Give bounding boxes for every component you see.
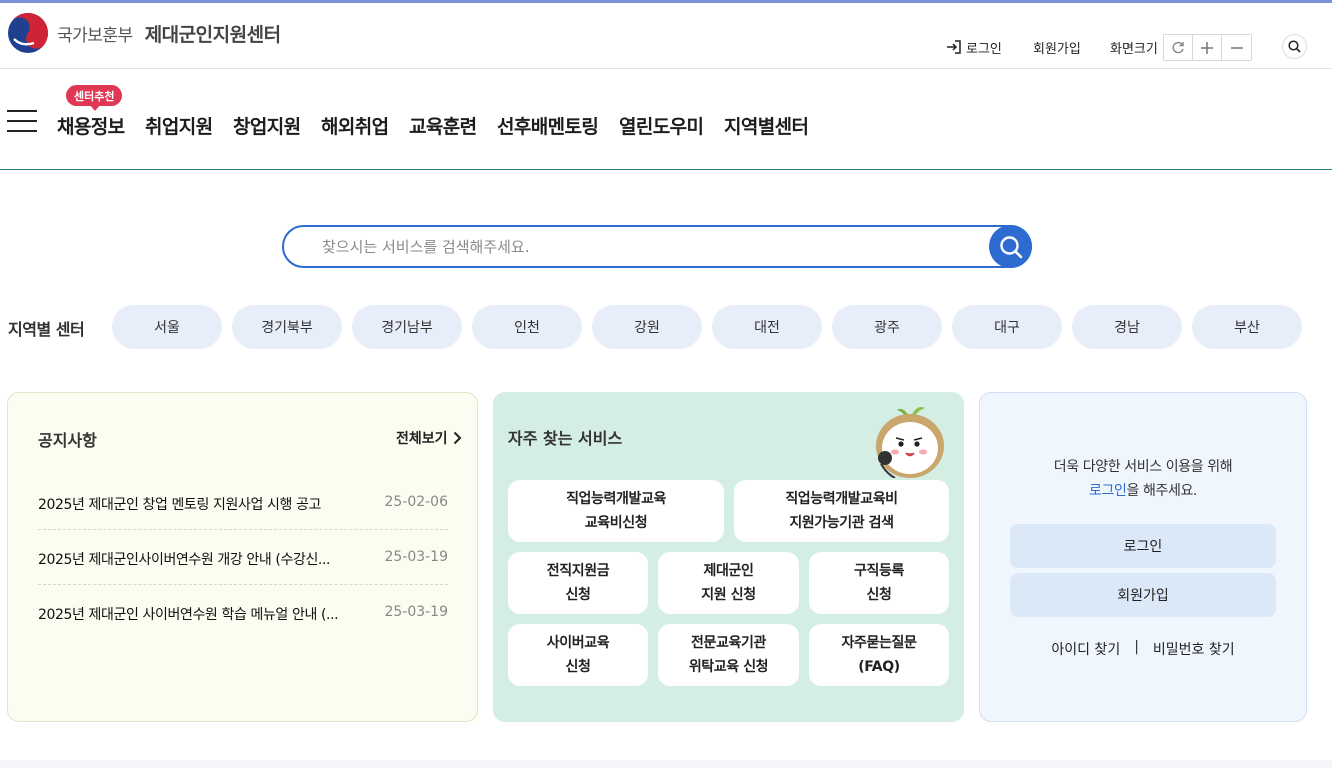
login-message-link[interactable]: 로그인 bbox=[1089, 483, 1127, 499]
search-icon bbox=[999, 235, 1022, 258]
service-label-line2: 신청 bbox=[565, 587, 591, 603]
login-message-line1: 더욱 다양한 서비스 이용을 위해 bbox=[1053, 459, 1233, 475]
main-search bbox=[282, 225, 1032, 268]
notice-item-title: 2025년 제대군인사이버연수원 개강 안내 (수강신... bbox=[38, 552, 331, 568]
gnb-item-employment-support[interactable]: 취업지원 bbox=[145, 112, 213, 139]
search-icon bbox=[1288, 40, 1301, 53]
notice-view-all-label: 전체보기 bbox=[396, 431, 448, 447]
chevron-right-icon bbox=[453, 431, 461, 445]
minus-icon[interactable] bbox=[1222, 35, 1251, 60]
service-label-line1: 직업능력개발교육비 bbox=[785, 491, 898, 507]
region-button-daejeon[interactable]: 대전 bbox=[712, 305, 822, 349]
find-id-link[interactable]: 아이디 찾기 bbox=[1051, 639, 1120, 659]
header-search-button[interactable] bbox=[1282, 34, 1307, 59]
service-label-line1: 사이버교육 bbox=[546, 635, 610, 651]
search-input[interactable] bbox=[322, 235, 962, 259]
region-button-busan[interactable]: 부산 bbox=[1192, 305, 1302, 349]
top-accent-line bbox=[0, 0, 1332, 3]
reset-icon[interactable] bbox=[1164, 35, 1193, 60]
service-consigned-education-apply[interactable]: 전문교육기관 위탁교육 신청 bbox=[658, 624, 799, 686]
notice-view-all-link[interactable]: 전체보기 bbox=[396, 428, 462, 448]
gnb-item-regional-centers[interactable]: 지역별센터 bbox=[724, 112, 809, 139]
gnb-item-open-helper[interactable]: 열린도우미 bbox=[619, 112, 704, 139]
services-title: 자주 찾는 서비스 bbox=[508, 429, 623, 448]
region-button-gyeonggi-north[interactable]: 경기북부 bbox=[232, 305, 342, 349]
region-button-gwangju[interactable]: 광주 bbox=[832, 305, 942, 349]
service-label-line2: 지원 신청 bbox=[701, 587, 756, 603]
gnb-item-training[interactable]: 교육훈련 bbox=[409, 112, 477, 139]
region-button-gyeongnam[interactable]: 경남 bbox=[1072, 305, 1182, 349]
recommend-badge: 센터추천 bbox=[66, 85, 123, 111]
notice-item[interactable]: 2025년 제대군인 사이버연수원 학습 메뉴얼 안내 (... 25-03-1… bbox=[38, 585, 448, 640]
service-label-line2: 위탁교육 신청 bbox=[688, 659, 769, 675]
login-panel: 더욱 다양한 서비스 이용을 위해 로그인을 해주세요. 로그인 회원가입 아이… bbox=[979, 392, 1307, 722]
header-divider bbox=[0, 68, 1332, 69]
gnb-divider bbox=[0, 169, 1332, 170]
bottom-section-edge bbox=[0, 760, 1332, 768]
notice-item[interactable]: 2025년 제대군인 창업 멘토링 지원사업 시행 공고 25-02-06 bbox=[38, 475, 448, 530]
login-button[interactable]: 로그인 bbox=[1010, 524, 1276, 568]
menu-hamburger-icon[interactable] bbox=[7, 110, 37, 132]
notice-item-date: 25-02-06 bbox=[384, 494, 448, 510]
service-training-fee-apply[interactable]: 직업능력개발교육 교육비신청 bbox=[508, 480, 724, 542]
region-button-seoul[interactable]: 서울 bbox=[112, 305, 222, 349]
service-faq[interactable]: 자주묻는질문 (FAQ) bbox=[809, 624, 949, 686]
find-links-separator: | bbox=[1134, 639, 1139, 655]
service-label-line1: 전직지원금 bbox=[546, 563, 610, 579]
service-label-line2: 지원가능기관 검색 bbox=[789, 515, 894, 531]
service-veteran-support-apply[interactable]: 제대군인 지원 신청 bbox=[658, 552, 799, 614]
login-link[interactable]: 로그인 bbox=[946, 34, 1002, 60]
mascot-character-icon bbox=[876, 407, 944, 478]
login-message-suffix: 을 해주세요. bbox=[1126, 483, 1197, 499]
font-size-controls bbox=[1163, 34, 1252, 61]
account-find-links: 아이디 찾기 | 비밀번호 찾기 bbox=[980, 639, 1306, 659]
notice-item-date: 25-03-19 bbox=[384, 604, 448, 620]
service-label-line1: 구직등록 bbox=[854, 563, 904, 579]
site-logo[interactable]: 국가보훈부 제대군인지원센터 bbox=[8, 13, 281, 53]
taegeuk-logo-icon bbox=[8, 13, 48, 53]
notice-title: 공지사항 bbox=[38, 431, 97, 450]
gnb-item-startup-support[interactable]: 창업지원 bbox=[233, 112, 301, 139]
search-submit-button[interactable] bbox=[989, 225, 1032, 268]
service-label-line2: 신청 bbox=[866, 587, 892, 603]
service-label-line2: 신청 bbox=[565, 659, 591, 675]
notice-item-title: 2025년 제대군인 사이버연수원 학습 메뉴얼 안내 (... bbox=[38, 607, 339, 623]
service-label-line1: 직업능력개발교육 bbox=[566, 491, 666, 507]
font-size-label: 화면크기 bbox=[1110, 41, 1158, 57]
login-icon bbox=[947, 40, 961, 54]
service-label-line1: 제대군인 bbox=[703, 563, 754, 579]
region-button-gyeonggi-south[interactable]: 경기남부 bbox=[352, 305, 462, 349]
notice-item[interactable]: 2025년 제대군인사이버연수원 개강 안내 (수강신... 25-03-19 bbox=[38, 530, 448, 585]
service-label-line1: 자주묻는질문 bbox=[841, 635, 917, 651]
service-label-line2: 교육비신청 bbox=[584, 515, 648, 531]
service-training-institution-search[interactable]: 직업능력개발교육비 지원가능기관 검색 bbox=[734, 480, 949, 542]
login-message-line2: 로그인을 해주세요. bbox=[980, 479, 1306, 503]
gnb-item-mentoring[interactable]: 선후배멘토링 bbox=[497, 112, 599, 139]
region-button-daegu[interactable]: 대구 bbox=[952, 305, 1062, 349]
login-link-label: 로그인 bbox=[966, 41, 1002, 57]
service-label-line2: (FAQ) bbox=[858, 659, 900, 675]
find-password-link[interactable]: 비밀번호 찾기 bbox=[1153, 639, 1235, 659]
join-button[interactable]: 회원가입 bbox=[1010, 573, 1276, 617]
login-message: 더욱 다양한 서비스 이용을 위해 로그인을 해주세요. bbox=[980, 455, 1306, 503]
gnb-item-overseas-jobs[interactable]: 해외취업 bbox=[321, 112, 389, 139]
notice-item-title: 2025년 제대군인 창업 멘토링 지원사업 시행 공고 bbox=[38, 497, 321, 513]
center-name: 제대군인지원센터 bbox=[144, 23, 281, 46]
frequent-services-panel: 자주 찾는 서비스 직업능력개발교육 교육비신청 직업능력개발교육비 지원가능기… bbox=[493, 392, 964, 722]
service-job-registration[interactable]: 구직등록 신청 bbox=[809, 552, 949, 614]
service-cyber-education-apply[interactable]: 사이버교육 신청 bbox=[508, 624, 648, 686]
service-transition-grant-apply[interactable]: 전직지원금 신청 bbox=[508, 552, 648, 614]
notice-item-date: 25-03-19 bbox=[384, 549, 448, 565]
notice-panel: 공지사항 전체보기 2025년 제대군인 창업 멘토링 지원사업 시행 공고 2… bbox=[7, 392, 478, 722]
gnb-item-jobs[interactable]: 채용정보 bbox=[57, 112, 125, 139]
join-link[interactable]: 회원가입 bbox=[1033, 34, 1081, 60]
region-button-gangwon[interactable]: 강원 bbox=[592, 305, 702, 349]
plus-icon[interactable] bbox=[1193, 35, 1222, 60]
region-button-incheon[interactable]: 인천 bbox=[472, 305, 582, 349]
ministry-name: 국가보훈부 bbox=[57, 25, 133, 46]
service-label-line1: 전문교육기관 bbox=[691, 635, 766, 651]
region-title: 지역별 센터 bbox=[8, 320, 85, 339]
